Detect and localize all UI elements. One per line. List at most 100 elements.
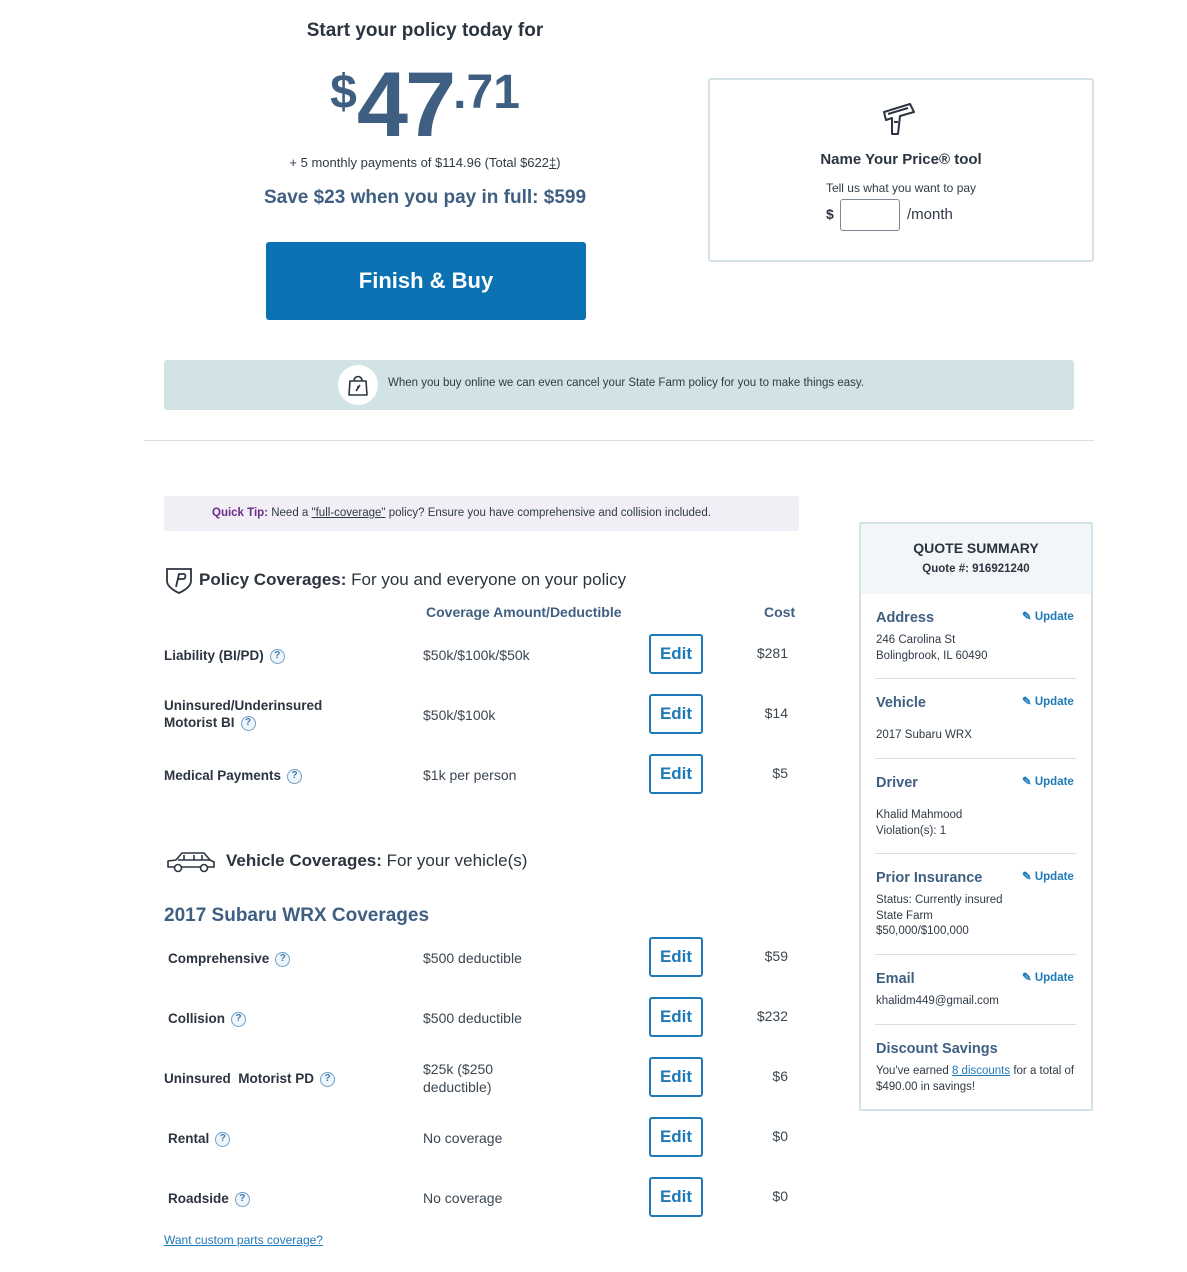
help-icon[interactable]: ? xyxy=(269,648,285,664)
address-label: Address xyxy=(876,610,935,626)
section-divider xyxy=(144,440,1094,441)
price-gun-icon xyxy=(883,103,915,135)
premium-whole: 47 xyxy=(356,54,456,156)
update-label: Update xyxy=(1034,871,1074,883)
coverage-label-medical-payments: Medical Payments? xyxy=(164,767,394,784)
coverage-cost: $281 xyxy=(756,645,788,661)
coverage-label-comprehensive: Comprehensive? xyxy=(168,950,398,967)
edit-liability-button[interactable]: Edit xyxy=(649,634,703,674)
help-icon[interactable]: ? xyxy=(231,1011,246,1027)
driver-violations: Violation(s): 1 xyxy=(876,825,947,837)
pencil-icon: ✎ xyxy=(1022,972,1032,984)
premium-dollar-sign: $ xyxy=(330,66,357,119)
edit-uninsured-pd-button[interactable]: Edit xyxy=(649,1057,703,1097)
coverage-amount: $1k per person xyxy=(423,767,517,783)
discount-savings-text: You've earned 8 discounts for a total of… xyxy=(876,1063,1081,1095)
driver-name: Khalid Mahmood xyxy=(876,809,963,821)
shopping-bag-icon xyxy=(348,375,368,396)
quote-number: Quote #: 916921240 xyxy=(922,563,1030,575)
policy-coverages-heading: Policy Coverages: For you and everyone o… xyxy=(199,570,626,590)
address-line-1: 246 Carolina St xyxy=(876,634,956,646)
update-label: Update xyxy=(1034,611,1074,623)
help-icon[interactable]: ? xyxy=(240,715,256,731)
edit-medical-payments-button[interactable]: Edit xyxy=(649,754,703,794)
coverage-label-liability: Liability (BI/PD)? xyxy=(164,647,394,664)
monthly-payments-note: + 5 monthly payments of $114.96 (Total $… xyxy=(164,155,686,170)
update-email-link[interactable]: ✎ Update xyxy=(1022,970,1074,984)
premium-cents: .71 xyxy=(453,66,520,119)
edit-roadside-button[interactable]: Edit xyxy=(649,1177,703,1217)
coverage-label-text: Medical Payments xyxy=(164,768,282,783)
email-value: khalidm449@gmail.com xyxy=(876,995,999,1007)
coverage-cost: $6 xyxy=(772,1068,788,1084)
pencil-icon: ✎ xyxy=(1022,776,1032,788)
coverage-label-text: Liability (BI/PD) xyxy=(164,648,264,663)
edit-comprehensive-button[interactable]: Edit xyxy=(649,937,703,977)
help-icon[interactable]: ? xyxy=(234,1191,250,1207)
policy-coverages-title: Policy Coverages: xyxy=(199,570,347,589)
update-address-link[interactable]: ✎ Update xyxy=(1022,609,1074,623)
coverage-cost: $5 xyxy=(772,765,788,781)
help-icon[interactable]: ? xyxy=(320,1071,336,1087)
coverage-label-text: Collision xyxy=(168,1011,225,1026)
vehicle-coverages-subheading: 2017 Subaru WRX Coverages xyxy=(164,905,430,926)
pencil-icon: ✎ xyxy=(1022,696,1032,708)
quote-summary-header xyxy=(861,524,1091,594)
coverage-label-roadside: Roadside? xyxy=(168,1190,398,1207)
full-coverage-link[interactable]: "full-coverage" xyxy=(312,507,386,519)
coverage-amount-column-header: Coverage Amount/Deductible xyxy=(426,604,622,620)
help-icon[interactable]: ? xyxy=(287,768,303,784)
prior-insurance-company: State Farm xyxy=(876,910,933,922)
vehicle-value: 2017 Subaru WRX xyxy=(876,729,972,741)
coverage-label-rental: Rental? xyxy=(168,1130,398,1147)
pencil-icon: ✎ xyxy=(1022,611,1032,623)
update-vehicle-link[interactable]: ✎ Update xyxy=(1022,694,1074,708)
vehicle-label: Vehicle xyxy=(876,695,926,711)
quick-tip: Quick Tip: Need a "full-coverage" policy… xyxy=(212,507,711,519)
coverage-amount: No coverage xyxy=(423,1190,503,1206)
pencil-icon: ✎ xyxy=(1022,871,1032,883)
edit-rental-button[interactable]: Edit xyxy=(649,1117,703,1157)
cost-column-header: Cost xyxy=(764,604,796,620)
help-icon[interactable]: ? xyxy=(275,951,291,967)
coverage-label-text: Comprehensive xyxy=(168,951,270,966)
edit-uninsured-bi-button[interactable]: Edit xyxy=(649,694,703,734)
coverage-amount: $50k/$100k/$50k xyxy=(423,647,530,663)
name-your-price-input[interactable] xyxy=(840,199,900,231)
vehicle-coverages-heading: Vehicle Coverages: For your vehicle(s) xyxy=(226,851,527,871)
banner-text: When you buy online we can even cancel y… xyxy=(388,377,865,389)
discount-pre: You've earned xyxy=(876,1065,952,1077)
coverage-amount: $25k ($250 deductible) xyxy=(423,1061,494,1095)
quick-tip-pre: Need a xyxy=(268,507,312,519)
quick-tip-label: Quick Tip: xyxy=(212,507,269,519)
pay-in-full-savings: Save $23 when you pay in full: $599 xyxy=(263,187,587,208)
prior-insurance-status: Status: Currently insured xyxy=(876,894,1003,906)
premium-amount: $47.71 xyxy=(164,55,686,155)
edit-collision-button[interactable]: Edit xyxy=(649,997,703,1037)
monthly-note-close: ) xyxy=(556,155,561,170)
custom-parts-coverage-link[interactable]: Want custom parts coverage? xyxy=(164,1233,323,1247)
coverage-label-uninsured-bi: Uninsured/Underinsured Motorist BI? xyxy=(164,697,364,731)
discounts-link[interactable]: 8 discounts xyxy=(952,1065,1010,1077)
coverage-amount: No coverage xyxy=(423,1130,503,1146)
email-label: Email xyxy=(876,971,915,987)
finish-and-buy-button[interactable]: Finish & Buy xyxy=(266,242,586,320)
address-line-2: Bolingbrook, IL 60490 xyxy=(876,650,988,662)
monthly-note-text: + 5 monthly payments of $114.96 (Total $… xyxy=(289,155,549,170)
quote-summary-title: QUOTE SUMMARY xyxy=(913,540,1039,556)
name-your-price-title: Name Your Price® tool xyxy=(820,151,982,168)
update-driver-link[interactable]: ✎ Update xyxy=(1022,774,1074,788)
quick-tip-post: policy? Ensure you have comprehensive an… xyxy=(385,507,711,519)
coverage-label-text: Rental xyxy=(168,1131,210,1146)
summary-divider xyxy=(875,678,1076,679)
coverage-amount: $500 deductible xyxy=(423,950,522,966)
update-label: Update xyxy=(1034,972,1074,984)
coverage-amount: $50k/$100k xyxy=(423,707,496,723)
coverage-label-uninsured-pd: Uninsured Motorist PD? xyxy=(164,1070,404,1087)
help-icon[interactable]: ? xyxy=(215,1131,231,1147)
update-prior-insurance-link[interactable]: ✎ Update xyxy=(1022,869,1074,883)
summary-divider xyxy=(875,758,1076,759)
vehicle-coverages-subtitle: For your vehicle(s) xyxy=(381,851,528,870)
coverage-label-collision: Collision? xyxy=(168,1010,398,1027)
coverage-cost: $0 xyxy=(772,1128,788,1144)
